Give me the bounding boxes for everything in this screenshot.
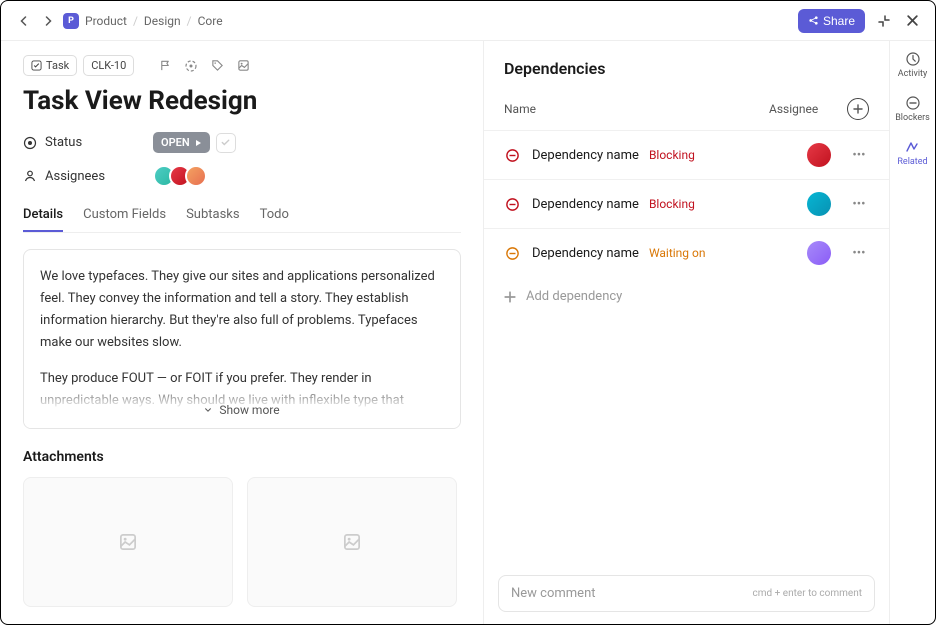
complete-checkbox[interactable] <box>216 133 236 153</box>
breadcrumb-item[interactable]: Core <box>198 14 223 28</box>
add-dependency-label: Add dependency <box>526 289 622 304</box>
tag-icon[interactable] <box>208 57 226 75</box>
attachments-title: Attachments <box>23 449 461 465</box>
avatar[interactable] <box>807 241 831 265</box>
dependencies-title: Dependencies <box>504 59 869 78</box>
breadcrumb-sep: / <box>133 14 138 28</box>
assignees-field-label: Assignees <box>23 169 153 184</box>
dependency-name: Dependency nameBlocking <box>532 197 789 212</box>
dependency-row[interactable]: Dependency nameBlocking ••• <box>484 179 889 228</box>
show-more-button[interactable]: Show more <box>24 382 460 428</box>
rail-label: Blockers <box>895 113 930 123</box>
breadcrumb-item[interactable]: Design <box>144 14 181 28</box>
more-icon[interactable]: ••• <box>849 246 869 261</box>
tab-custom-fields[interactable]: Custom Fields <box>83 199 166 232</box>
collapse-icon[interactable] <box>875 12 893 30</box>
dependency-status-icon <box>504 245 520 261</box>
tab-subtasks[interactable]: Subtasks <box>186 199 240 232</box>
image-placeholder-icon <box>342 532 362 552</box>
share-label: Share <box>823 14 855 28</box>
rail-label: Activity <box>898 69 927 79</box>
status-badge[interactable]: OPEN <box>153 132 210 153</box>
play-icon <box>194 139 202 147</box>
description-box[interactable]: We love typefaces. They give our sites a… <box>23 249 461 429</box>
description-paragraph: We love typefaces. They give our sites a… <box>40 266 444 354</box>
task-type-pill[interactable]: Task <box>23 55 77 76</box>
project-icon: P <box>63 13 79 29</box>
status-icon <box>23 136 37 150</box>
flag-icon[interactable] <box>156 57 174 75</box>
column-header-assignee: Assignee <box>769 102 847 116</box>
checkbox-icon <box>31 60 42 71</box>
more-icon[interactable]: ••• <box>849 148 869 163</box>
task-id-pill[interactable]: CLK-10 <box>83 55 134 76</box>
rail-blockers[interactable]: Blockers <box>895 95 930 123</box>
image-placeholder-icon <box>118 532 138 552</box>
dependency-assignee[interactable] <box>789 241 849 265</box>
image-icon[interactable] <box>234 57 252 75</box>
comment-placeholder: New comment <box>511 586 596 601</box>
share-button[interactable]: Share <box>798 9 865 33</box>
status-value: OPEN <box>161 136 190 149</box>
share-icon <box>808 15 819 26</box>
dependency-assignee[interactable] <box>789 192 849 216</box>
rail-related[interactable]: Related <box>897 139 927 167</box>
plus-icon <box>504 291 516 303</box>
sprint-icon[interactable] <box>182 57 200 75</box>
close-icon[interactable] <box>903 12 921 30</box>
task-type-label: Task <box>46 59 69 72</box>
avatar[interactable] <box>807 192 831 216</box>
task-title[interactable]: Task View Redesign <box>23 86 461 116</box>
related-icon <box>904 139 920 155</box>
activity-icon <box>905 51 921 67</box>
dependency-name: Dependency nameWaiting on <box>532 246 789 261</box>
comment-input[interactable]: New comment cmd + enter to comment <box>498 575 875 612</box>
assignee-avatars[interactable] <box>153 165 207 187</box>
add-dependency-button[interactable]: Add dependency <box>484 277 889 316</box>
show-more-label: Show more <box>219 403 279 417</box>
dependency-row[interactable]: Dependency nameWaiting on ••• <box>484 228 889 277</box>
dependency-status-icon <box>504 196 520 212</box>
nav-forward[interactable] <box>39 12 57 30</box>
dependency-status-icon <box>504 147 520 163</box>
tab-details[interactable]: Details <box>23 199 63 232</box>
breadcrumb: P Product / Design / Core <box>63 13 223 29</box>
chevron-down-icon <box>204 406 212 414</box>
dependency-tag: Blocking <box>649 148 695 162</box>
rail-label: Related <box>897 157 927 167</box>
breadcrumb-sep: / <box>187 14 192 28</box>
person-icon <box>23 169 37 183</box>
add-dependency-icon[interactable] <box>847 98 869 120</box>
dependency-name: Dependency nameBlocking <box>532 148 789 163</box>
breadcrumb-item[interactable]: Product <box>85 14 127 28</box>
dependency-row[interactable]: Dependency nameBlocking ••• <box>484 130 889 179</box>
status-field-label: Status <box>23 135 153 150</box>
attachment-card[interactable] <box>247 477 457 607</box>
dependency-assignee[interactable] <box>789 143 849 167</box>
dependency-tag: Blocking <box>649 197 695 211</box>
avatar[interactable] <box>185 165 207 187</box>
comment-hint: cmd + enter to comment <box>753 588 862 599</box>
dependency-tag: Waiting on <box>649 246 706 260</box>
column-header-name: Name <box>504 102 769 116</box>
nav-back[interactable] <box>15 12 33 30</box>
rail-activity[interactable]: Activity <box>898 51 927 79</box>
avatar[interactable] <box>807 143 831 167</box>
tab-todo[interactable]: Todo <box>260 199 289 232</box>
attachment-card[interactable] <box>23 477 233 607</box>
more-icon[interactable]: ••• <box>849 197 869 212</box>
blockers-icon <box>905 95 921 111</box>
